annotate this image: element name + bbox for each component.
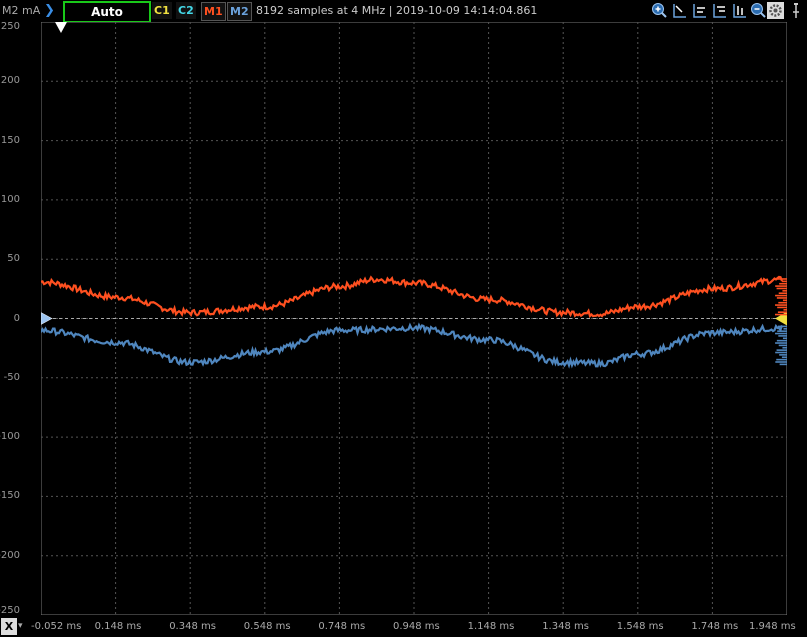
y-tick-label: 0 bbox=[13, 312, 20, 324]
histogram-bar bbox=[776, 278, 787, 280]
histogram-bar bbox=[779, 363, 787, 366]
y-tick-label: 50 bbox=[7, 253, 20, 265]
settings-icon[interactable] bbox=[767, 2, 784, 19]
histogram-bar bbox=[778, 301, 787, 304]
histogram-bar bbox=[775, 332, 787, 335]
histogram-bar bbox=[777, 325, 787, 328]
y-tick-label: -100 bbox=[0, 431, 20, 443]
histogram-bar bbox=[777, 311, 787, 313]
histogram-bar bbox=[775, 313, 787, 316]
y-tick-label: -250 bbox=[0, 605, 20, 616]
x-tick-label: 0.348 ms bbox=[169, 621, 216, 632]
y-tick-label: -200 bbox=[0, 549, 20, 561]
x-tick-label: 1.348 ms bbox=[542, 621, 589, 632]
auto-scale-button[interactable]: Auto bbox=[63, 1, 151, 23]
histogram-bar bbox=[781, 280, 787, 283]
zoom-out-icon[interactable] bbox=[750, 2, 767, 19]
x-tick-label: 1.148 ms bbox=[467, 621, 515, 632]
cursor-icon[interactable] bbox=[671, 2, 688, 19]
zoom-in-icon[interactable] bbox=[651, 2, 668, 19]
histogram-bar bbox=[779, 282, 787, 285]
x-axis-menu-arrow-icon[interactable]: ▾ bbox=[18, 618, 30, 635]
histogram-bar bbox=[781, 356, 787, 359]
histogram-bar bbox=[778, 344, 787, 347]
histogram-bar bbox=[775, 351, 787, 354]
histogram-bar bbox=[782, 299, 787, 302]
histogram-bar bbox=[783, 327, 787, 330]
y-tick-label: -50 bbox=[3, 371, 20, 383]
y-tick-label: -150 bbox=[0, 490, 20, 502]
pin-icon[interactable] bbox=[789, 2, 803, 19]
x-tick-label: 0.148 ms bbox=[94, 621, 142, 632]
y-tick-label: 100 bbox=[0, 193, 20, 205]
histogram-bar bbox=[775, 342, 787, 344]
x-tick-label: 1.948 ms bbox=[749, 621, 796, 632]
x-tick-label: 0.748 ms bbox=[318, 621, 366, 632]
histogram-bar bbox=[775, 361, 787, 363]
x-axis-button[interactable]: X bbox=[1, 618, 17, 635]
y-tick-label: 250 bbox=[0, 21, 20, 32]
x-tick-label: 0.948 ms bbox=[393, 621, 440, 632]
histogram-bar bbox=[776, 358, 787, 361]
acquisition-status: 8192 samples at 4 MHz | 2019-10-09 14:14… bbox=[256, 4, 538, 17]
cursor-bars-icon[interactable] bbox=[731, 2, 748, 19]
histogram-bar bbox=[782, 290, 787, 292]
histogram-bar bbox=[775, 285, 787, 287]
x-tick-label: 0.548 ms bbox=[243, 621, 291, 632]
histogram-bar bbox=[777, 330, 787, 332]
histogram-bar bbox=[776, 297, 787, 299]
histogram-bar bbox=[776, 349, 787, 351]
x-tick-label: -0.052 ms bbox=[31, 621, 82, 632]
expand-arrow-button[interactable]: ❯ bbox=[44, 0, 55, 22]
channel-m2-button[interactable]: M2 bbox=[227, 2, 252, 21]
histogram-bar bbox=[778, 335, 787, 337]
channel-m1-button[interactable]: M1 bbox=[201, 2, 226, 21]
histogram-bar bbox=[775, 294, 787, 297]
channel-c1-button[interactable]: C1 bbox=[152, 2, 172, 19]
histogram-bar bbox=[776, 339, 787, 342]
histogram-bar bbox=[782, 337, 787, 340]
histogram-bar bbox=[775, 304, 787, 306]
cursor-align-right-icon[interactable] bbox=[711, 2, 728, 19]
histogram-bar bbox=[778, 292, 787, 295]
cursor-align-left-icon[interactable] bbox=[691, 2, 708, 19]
x-tick-label: 1.548 ms bbox=[616, 621, 664, 632]
histogram-bar bbox=[782, 346, 787, 349]
x-tick-label: 1.748 ms bbox=[691, 621, 739, 632]
top-toolbar: M2 mA ❯ Auto C1 C2 M1 M2 8192 samples at… bbox=[0, 0, 807, 23]
waveform-plot[interactable] bbox=[41, 22, 787, 615]
y-unit-label: M2 mA bbox=[2, 4, 41, 17]
histogram-bar bbox=[779, 354, 787, 356]
channel-c2-button[interactable]: C2 bbox=[176, 2, 196, 19]
y-tick-label: 150 bbox=[0, 134, 20, 146]
histogram-bar bbox=[776, 287, 787, 290]
histogram-bar bbox=[783, 309, 787, 311]
y-tick-label: 200 bbox=[0, 75, 20, 87]
histogram-bar bbox=[777, 306, 787, 309]
